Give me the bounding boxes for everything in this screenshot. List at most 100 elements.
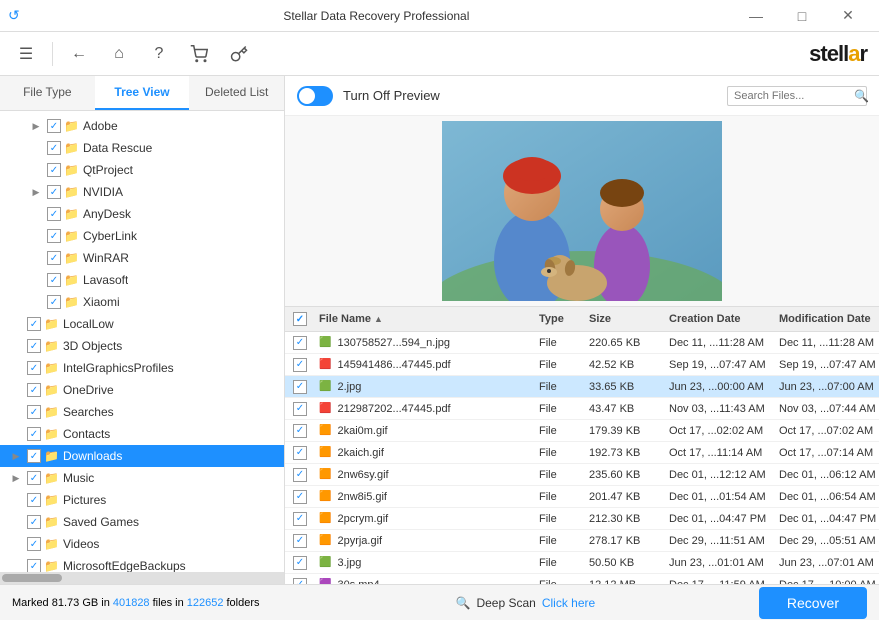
tree-item-pictures[interactable]: 📁Pictures bbox=[0, 489, 284, 511]
tree-item-locallow[interactable]: 📁LocalLow bbox=[0, 313, 284, 335]
file-row-1[interactable]: ✓🟥145941486...47445.pdfFile42.52 KBSep 1… bbox=[285, 354, 879, 376]
file-row-2[interactable]: ✓🟩2.jpgFile33.65 KBJun 23, ...00:00 AMJu… bbox=[285, 376, 879, 398]
checkbox-adobe[interactable] bbox=[47, 119, 61, 133]
tree-item-lavasoft[interactable]: 📁Lavasoft bbox=[0, 269, 284, 291]
file-checkbox-11[interactable]: ✓ bbox=[293, 578, 307, 585]
checkbox-datarescue[interactable] bbox=[47, 141, 61, 155]
file-row-8[interactable]: ✓🟧2pcrym.gifFile212.30 KBDec 01, ...04:4… bbox=[285, 508, 879, 530]
tree-item-qtproject[interactable]: 📁QtProject bbox=[0, 159, 284, 181]
row-check-6[interactable]: ✓ bbox=[285, 468, 315, 482]
file-checkbox-4[interactable]: ✓ bbox=[293, 424, 307, 438]
checkbox-savedgames[interactable] bbox=[27, 515, 41, 529]
file-row-0[interactable]: ✓🟩130758527...594_n.jpgFile220.65 KBDec … bbox=[285, 332, 879, 354]
file-checkbox-5[interactable]: ✓ bbox=[293, 446, 307, 460]
row-check-0[interactable]: ✓ bbox=[285, 336, 315, 350]
tab-tree-view[interactable]: Tree View bbox=[95, 76, 190, 110]
file-row-9[interactable]: ✓🟧2pyrja.gifFile278.17 KBDec 29, ...11:5… bbox=[285, 530, 879, 552]
home-icon[interactable]: ⌂ bbox=[105, 40, 133, 68]
expand-icon-music[interactable]: ▶ bbox=[8, 470, 24, 486]
checkbox-downloads[interactable] bbox=[27, 449, 41, 463]
checkbox-msedgebackups[interactable] bbox=[27, 559, 41, 572]
checkbox-pictures[interactable] bbox=[27, 493, 41, 507]
checkbox-qtproject[interactable] bbox=[47, 163, 61, 177]
header-created[interactable]: Creation Date bbox=[665, 313, 775, 325]
tree-item-contacts[interactable]: 📁Contacts bbox=[0, 423, 284, 445]
horizontal-scrollbar[interactable] bbox=[0, 572, 284, 584]
checkbox-nvidia[interactable] bbox=[47, 185, 61, 199]
maximize-button[interactable]: □ bbox=[779, 0, 825, 32]
preview-toggle[interactable] bbox=[297, 86, 333, 106]
file-row-3[interactable]: ✓🟥212987202...47445.pdfFile43.47 KBNov 0… bbox=[285, 398, 879, 420]
row-check-4[interactable]: ✓ bbox=[285, 424, 315, 438]
tab-file-type[interactable]: File Type bbox=[0, 76, 95, 110]
cart-icon[interactable] bbox=[185, 40, 213, 68]
recover-button[interactable]: Recover bbox=[759, 587, 867, 619]
file-row-5[interactable]: ✓🟧2kaich.gifFile192.73 KBOct 17, ...11:1… bbox=[285, 442, 879, 464]
checkbox-3dobjects[interactable] bbox=[27, 339, 41, 353]
tree-item-downloads[interactable]: ▶📁Downloads bbox=[0, 445, 284, 467]
minimize-button[interactable]: — bbox=[733, 0, 779, 32]
file-checkbox-2[interactable]: ✓ bbox=[293, 380, 307, 394]
checkbox-music[interactable] bbox=[27, 471, 41, 485]
header-filename[interactable]: File Name ▲ bbox=[315, 313, 535, 325]
close-button[interactable]: ✕ bbox=[825, 0, 871, 32]
tree-item-music[interactable]: ▶📁Music bbox=[0, 467, 284, 489]
file-checkbox-0[interactable]: ✓ bbox=[293, 336, 307, 350]
row-check-8[interactable]: ✓ bbox=[285, 512, 315, 526]
tree-item-searches[interactable]: 📁Searches bbox=[0, 401, 284, 423]
file-checkbox-6[interactable]: ✓ bbox=[293, 468, 307, 482]
checkbox-anydesk[interactable] bbox=[47, 207, 61, 221]
tree-item-cyberlink[interactable]: 📁CyberLink bbox=[0, 225, 284, 247]
file-list[interactable]: ✓🟩130758527...594_n.jpgFile220.65 KBDec … bbox=[285, 332, 879, 584]
search-input[interactable] bbox=[734, 90, 854, 102]
tree-item-winrar[interactable]: 📁WinRAR bbox=[0, 247, 284, 269]
search-box[interactable]: 🔍 bbox=[727, 86, 867, 106]
row-check-5[interactable]: ✓ bbox=[285, 446, 315, 460]
expand-icon-downloads[interactable]: ▶ bbox=[8, 448, 24, 464]
tree-item-nvidia[interactable]: ▶📁NVIDIA bbox=[0, 181, 284, 203]
file-checkbox-10[interactable]: ✓ bbox=[293, 556, 307, 570]
checkbox-cyberlink[interactable] bbox=[47, 229, 61, 243]
tree-container[interactable]: ▶📁Adobe📁Data Rescue📁QtProject▶📁NVIDIA📁An… bbox=[0, 111, 284, 572]
checkbox-xiaomi[interactable] bbox=[47, 295, 61, 309]
tab-deleted-list[interactable]: Deleted List bbox=[189, 76, 284, 110]
back-icon[interactable]: ← bbox=[65, 40, 93, 68]
row-check-9[interactable]: ✓ bbox=[285, 534, 315, 548]
key-icon[interactable] bbox=[225, 40, 253, 68]
checkbox-onedrive[interactable] bbox=[27, 383, 41, 397]
file-checkbox-1[interactable]: ✓ bbox=[293, 358, 307, 372]
file-checkbox-8[interactable]: ✓ bbox=[293, 512, 307, 526]
header-size[interactable]: Size bbox=[585, 313, 665, 325]
row-check-3[interactable]: ✓ bbox=[285, 402, 315, 416]
file-row-10[interactable]: ✓🟩3.jpgFile50.50 KBJun 23, ...01:01 AMJu… bbox=[285, 552, 879, 574]
tree-item-anydesk[interactable]: 📁AnyDesk bbox=[0, 203, 284, 225]
row-check-10[interactable]: ✓ bbox=[285, 556, 315, 570]
row-check-2[interactable]: ✓ bbox=[285, 380, 315, 394]
checkbox-searches[interactable] bbox=[27, 405, 41, 419]
scrollbar-thumb[interactable] bbox=[2, 574, 62, 582]
checkbox-winrar[interactable] bbox=[47, 251, 61, 265]
checkbox-contacts[interactable] bbox=[27, 427, 41, 441]
expand-icon-adobe[interactable]: ▶ bbox=[28, 118, 44, 134]
deep-scan-link[interactable]: Click here bbox=[542, 596, 595, 610]
tree-item-intgraphics[interactable]: 📁IntelGraphicsProfiles bbox=[0, 357, 284, 379]
header-modified[interactable]: Modification Date bbox=[775, 313, 879, 325]
tree-item-3dobjects[interactable]: 📁3D Objects bbox=[0, 335, 284, 357]
menu-icon[interactable]: ☰ bbox=[12, 40, 40, 68]
file-row-11[interactable]: ✓🟪30s.mp4File12.12 MBDec 17, ...11:59 AM… bbox=[285, 574, 879, 584]
file-row-4[interactable]: ✓🟧2kai0m.gifFile179.39 KBOct 17, ...02:0… bbox=[285, 420, 879, 442]
checkbox-lavasoft[interactable] bbox=[47, 273, 61, 287]
header-check[interactable]: ✓ bbox=[285, 312, 315, 326]
tree-item-videos[interactable]: 📁Videos bbox=[0, 533, 284, 555]
tree-item-xiaomi[interactable]: 📁Xiaomi bbox=[0, 291, 284, 313]
file-row-7[interactable]: ✓🟧2nw8i5.gifFile201.47 KBDec 01, ...01:5… bbox=[285, 486, 879, 508]
tree-item-onedrive[interactable]: 📁OneDrive bbox=[0, 379, 284, 401]
checkbox-videos[interactable] bbox=[27, 537, 41, 551]
file-checkbox-9[interactable]: ✓ bbox=[293, 534, 307, 548]
checkbox-intgraphics[interactable] bbox=[27, 361, 41, 375]
row-check-1[interactable]: ✓ bbox=[285, 358, 315, 372]
tree-item-msedgebackups[interactable]: 📁MicrosoftEdgeBackups bbox=[0, 555, 284, 572]
file-row-6[interactable]: ✓🟧2nw6sy.gifFile235.60 KBDec 01, ...12:1… bbox=[285, 464, 879, 486]
row-check-11[interactable]: ✓ bbox=[285, 578, 315, 585]
help-icon[interactable]: ? bbox=[145, 40, 173, 68]
